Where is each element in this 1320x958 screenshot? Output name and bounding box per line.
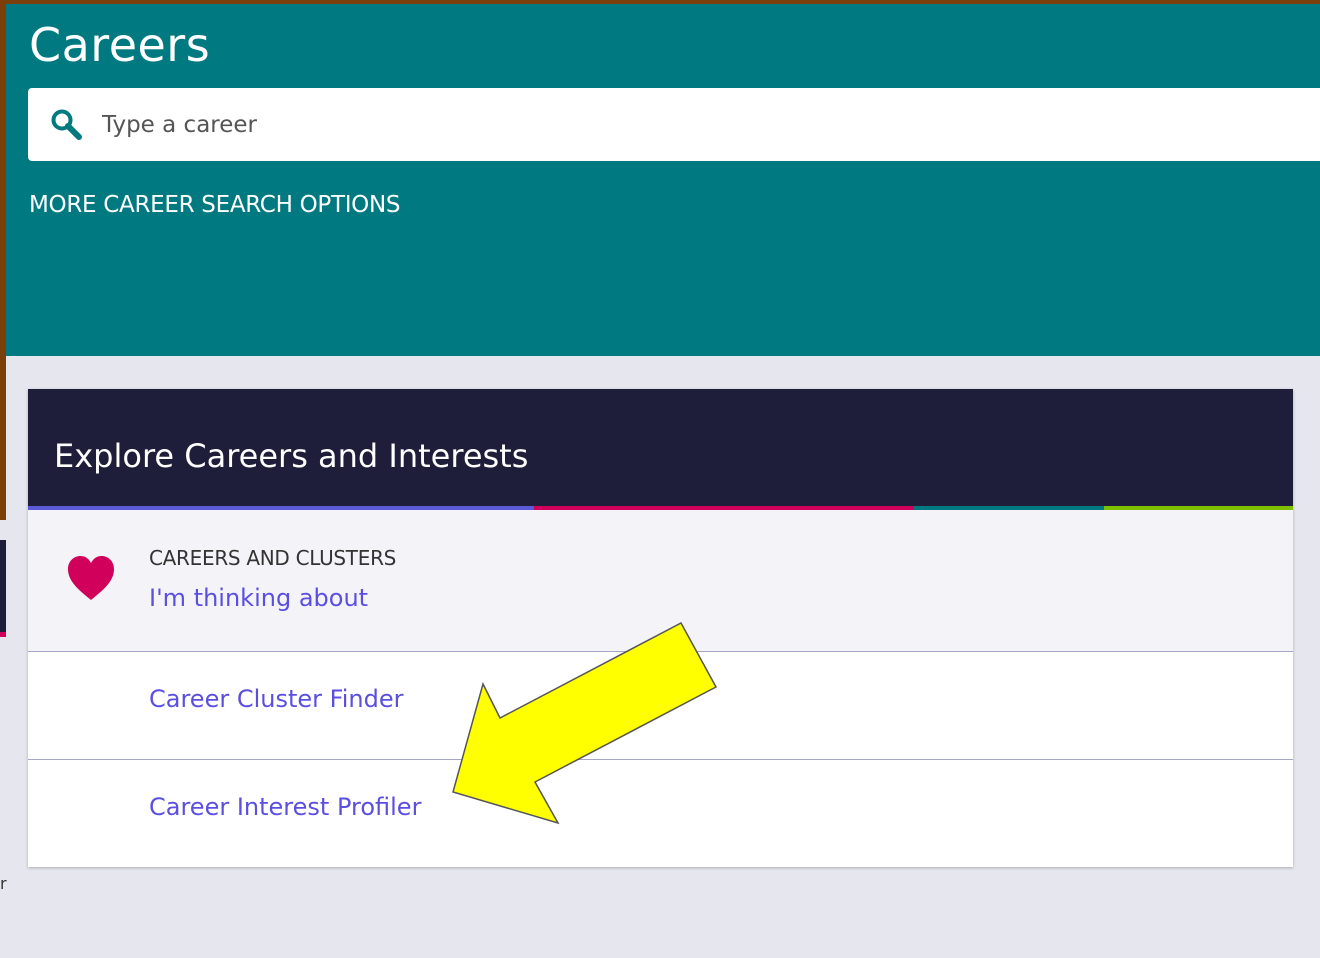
background-window-accent <box>0 632 6 637</box>
careers-header: Careers MORE CAREER SEARCH OPTIONS <box>6 4 1320 356</box>
background-window-text: r <box>0 874 7 893</box>
page-title: Careers <box>29 18 211 72</box>
annotation-arrow-icon <box>452 621 718 825</box>
card-header: Explore Careers and Interests <box>28 389 1293 506</box>
career-interest-profiler-link[interactable]: Career Interest Profiler <box>149 793 421 821</box>
thinking-about-link[interactable]: I'm thinking about <box>149 584 368 612</box>
search-icon <box>51 109 82 140</box>
careers-and-clusters-label: CAREERS AND CLUSTERS <box>149 546 397 570</box>
career-search-box[interactable] <box>28 88 1320 161</box>
card-title: Explore Careers and Interests <box>54 437 529 475</box>
more-career-search-options-link[interactable]: MORE CAREER SEARCH OPTIONS <box>29 192 400 218</box>
career-search-input[interactable] <box>102 88 1302 161</box>
heart-icon <box>68 556 114 600</box>
career-cluster-finder-link[interactable]: Career Cluster Finder <box>149 685 403 713</box>
background-window-edge <box>0 540 6 632</box>
